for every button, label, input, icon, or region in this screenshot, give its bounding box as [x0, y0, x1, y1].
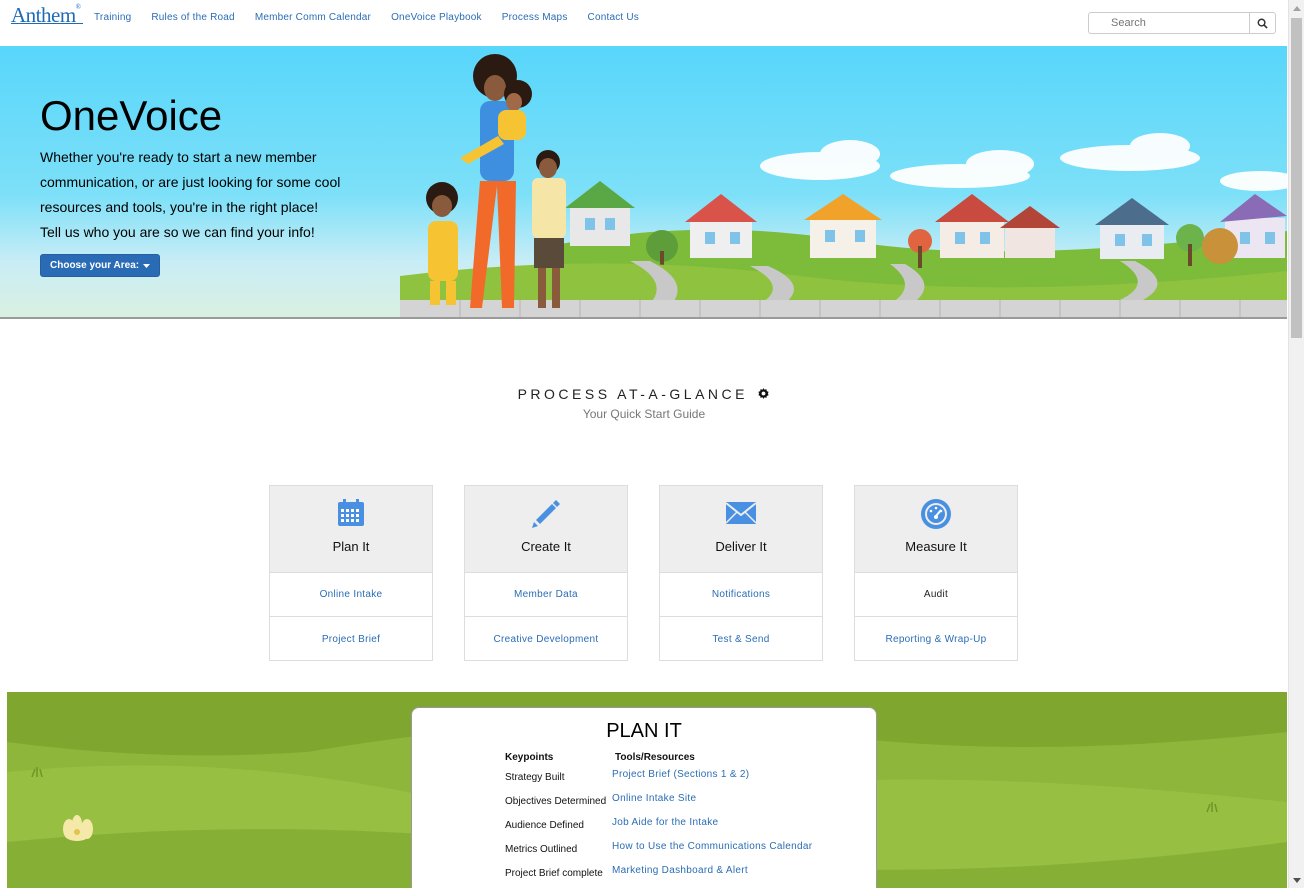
nav-link-process-maps[interactable]: Process Maps: [502, 12, 568, 23]
nav-link-onevoice-playbook[interactable]: OneVoice Playbook: [391, 12, 482, 23]
neighborhood-illustration: [400, 54, 1287, 317]
search-button[interactable]: [1249, 12, 1276, 34]
top-nav: Anthem® Training Rules of the Road Membe…: [0, 0, 1288, 46]
caret-down-icon: [143, 263, 151, 268]
tool-link-marketing-dashboard[interactable]: Marketing Dashboard & Alert: [612, 865, 748, 876]
envelope-icon: [725, 502, 757, 524]
calendar-icon: [338, 499, 364, 526]
gear-icon: [758, 388, 770, 399]
tool-link-project-brief[interactable]: Project Brief (Sections 1 & 2): [612, 769, 749, 780]
dashboard-icon: [921, 499, 951, 529]
plan-it-title: PLAN IT: [606, 720, 682, 742]
arrow-down-icon: [1293, 877, 1301, 883]
process-heading: PROCESS AT-A-GLANCE: [0, 386, 1288, 402]
card-plan-it: Plan It Online Intake Project Brief: [269, 485, 433, 661]
hero-line: communication, or are just looking for s…: [40, 174, 341, 190]
scroll-down-arrow[interactable]: [1289, 872, 1304, 888]
card-deliver-it: Deliver It Notifications Test & Send: [659, 485, 823, 661]
audit-label: Audit: [855, 573, 1017, 617]
link-online-intake[interactable]: Online Intake: [270, 573, 432, 617]
tool-link-job-aide[interactable]: Job Aide for the Intake: [612, 817, 718, 828]
choose-area-label: Choose your Area:: [50, 260, 140, 271]
link-test-and-send[interactable]: Test & Send: [660, 617, 822, 661]
search-bar: [1088, 12, 1276, 34]
logo-underline: [11, 23, 83, 24]
process-subtitle: Your Quick Start Guide: [582, 407, 706, 421]
arrow-up-icon: [1293, 5, 1301, 11]
choose-area-dropdown-button[interactable]: Choose your Area:: [40, 254, 161, 277]
hero-line: resources and tools, you're in the right…: [40, 199, 319, 215]
card-header[interactable]: Measure It: [855, 486, 1017, 573]
link-project-brief[interactable]: Project Brief: [270, 617, 432, 661]
link-member-data[interactable]: Member Data: [465, 573, 627, 617]
keypoint-item: Metrics Outlined: [505, 844, 578, 855]
card-header[interactable]: Deliver It: [660, 486, 822, 573]
nav-link-training[interactable]: Training: [94, 12, 131, 23]
search-icon: [1257, 18, 1268, 29]
hero-title: OneVoice: [40, 92, 223, 139]
search-input[interactable]: [1088, 12, 1249, 34]
page-scrollbar[interactable]: [1288, 0, 1304, 888]
keypoint-item: Strategy Built: [505, 772, 565, 783]
link-creative-development[interactable]: Creative Development: [465, 617, 627, 661]
process-title: PROCESS AT-A-GLANCE: [517, 386, 748, 402]
nav-link-rules-of-the-road[interactable]: Rules of the Road: [151, 12, 234, 23]
scroll-up-arrow[interactable]: [1289, 0, 1304, 16]
hero-line: Tell us who you are so we can find your …: [40, 224, 315, 240]
keypoints-header: Keypoints: [505, 752, 554, 763]
card-create-it: Create It Member Data Creative Developme…: [464, 485, 628, 661]
anthem-logo[interactable]: Anthem®: [11, 3, 81, 28]
card-measure-it: Measure It Audit Reporting & Wrap-Up: [854, 485, 1018, 661]
card-header[interactable]: Plan It: [270, 486, 432, 573]
scroll-thumb[interactable]: [1291, 18, 1302, 338]
keypoint-item: Objectives Determined: [505, 796, 607, 807]
keypoint-item: Project Brief complete: [505, 868, 603, 879]
card-header[interactable]: Create It: [465, 486, 627, 573]
plan-it-panel: PLAN IT Keypoints Tools/Resources Strate…: [411, 707, 877, 888]
pencil-icon: [532, 500, 560, 528]
card-title: Plan It: [332, 539, 370, 554]
nav-link-contact-us[interactable]: Contact Us: [588, 12, 639, 23]
card-title: Measure It: [905, 539, 967, 554]
link-reporting-wrap-up[interactable]: Reporting & Wrap-Up: [855, 617, 1017, 661]
tool-link-online-intake[interactable]: Online Intake Site: [612, 793, 696, 804]
tools-resources-header: Tools/Resources: [615, 752, 695, 763]
hero-line: Whether you're ready to start a new memb…: [40, 149, 317, 165]
nav-links: Training Rules of the Road Member Comm C…: [94, 12, 659, 23]
card-title: Deliver It: [715, 539, 767, 554]
keypoint-item: Audience Defined: [505, 820, 584, 831]
hero-banner: OneVoice Whether you're ready to start a…: [0, 46, 1287, 319]
link-notifications[interactable]: Notifications: [660, 573, 822, 617]
card-title: Create It: [521, 539, 571, 554]
nav-link-member-comm-calendar[interactable]: Member Comm Calendar: [255, 12, 371, 23]
tool-link-communications-calendar[interactable]: How to Use the Communications Calendar: [612, 841, 812, 852]
hero-description: Whether you're ready to start a new memb…: [40, 145, 380, 245]
